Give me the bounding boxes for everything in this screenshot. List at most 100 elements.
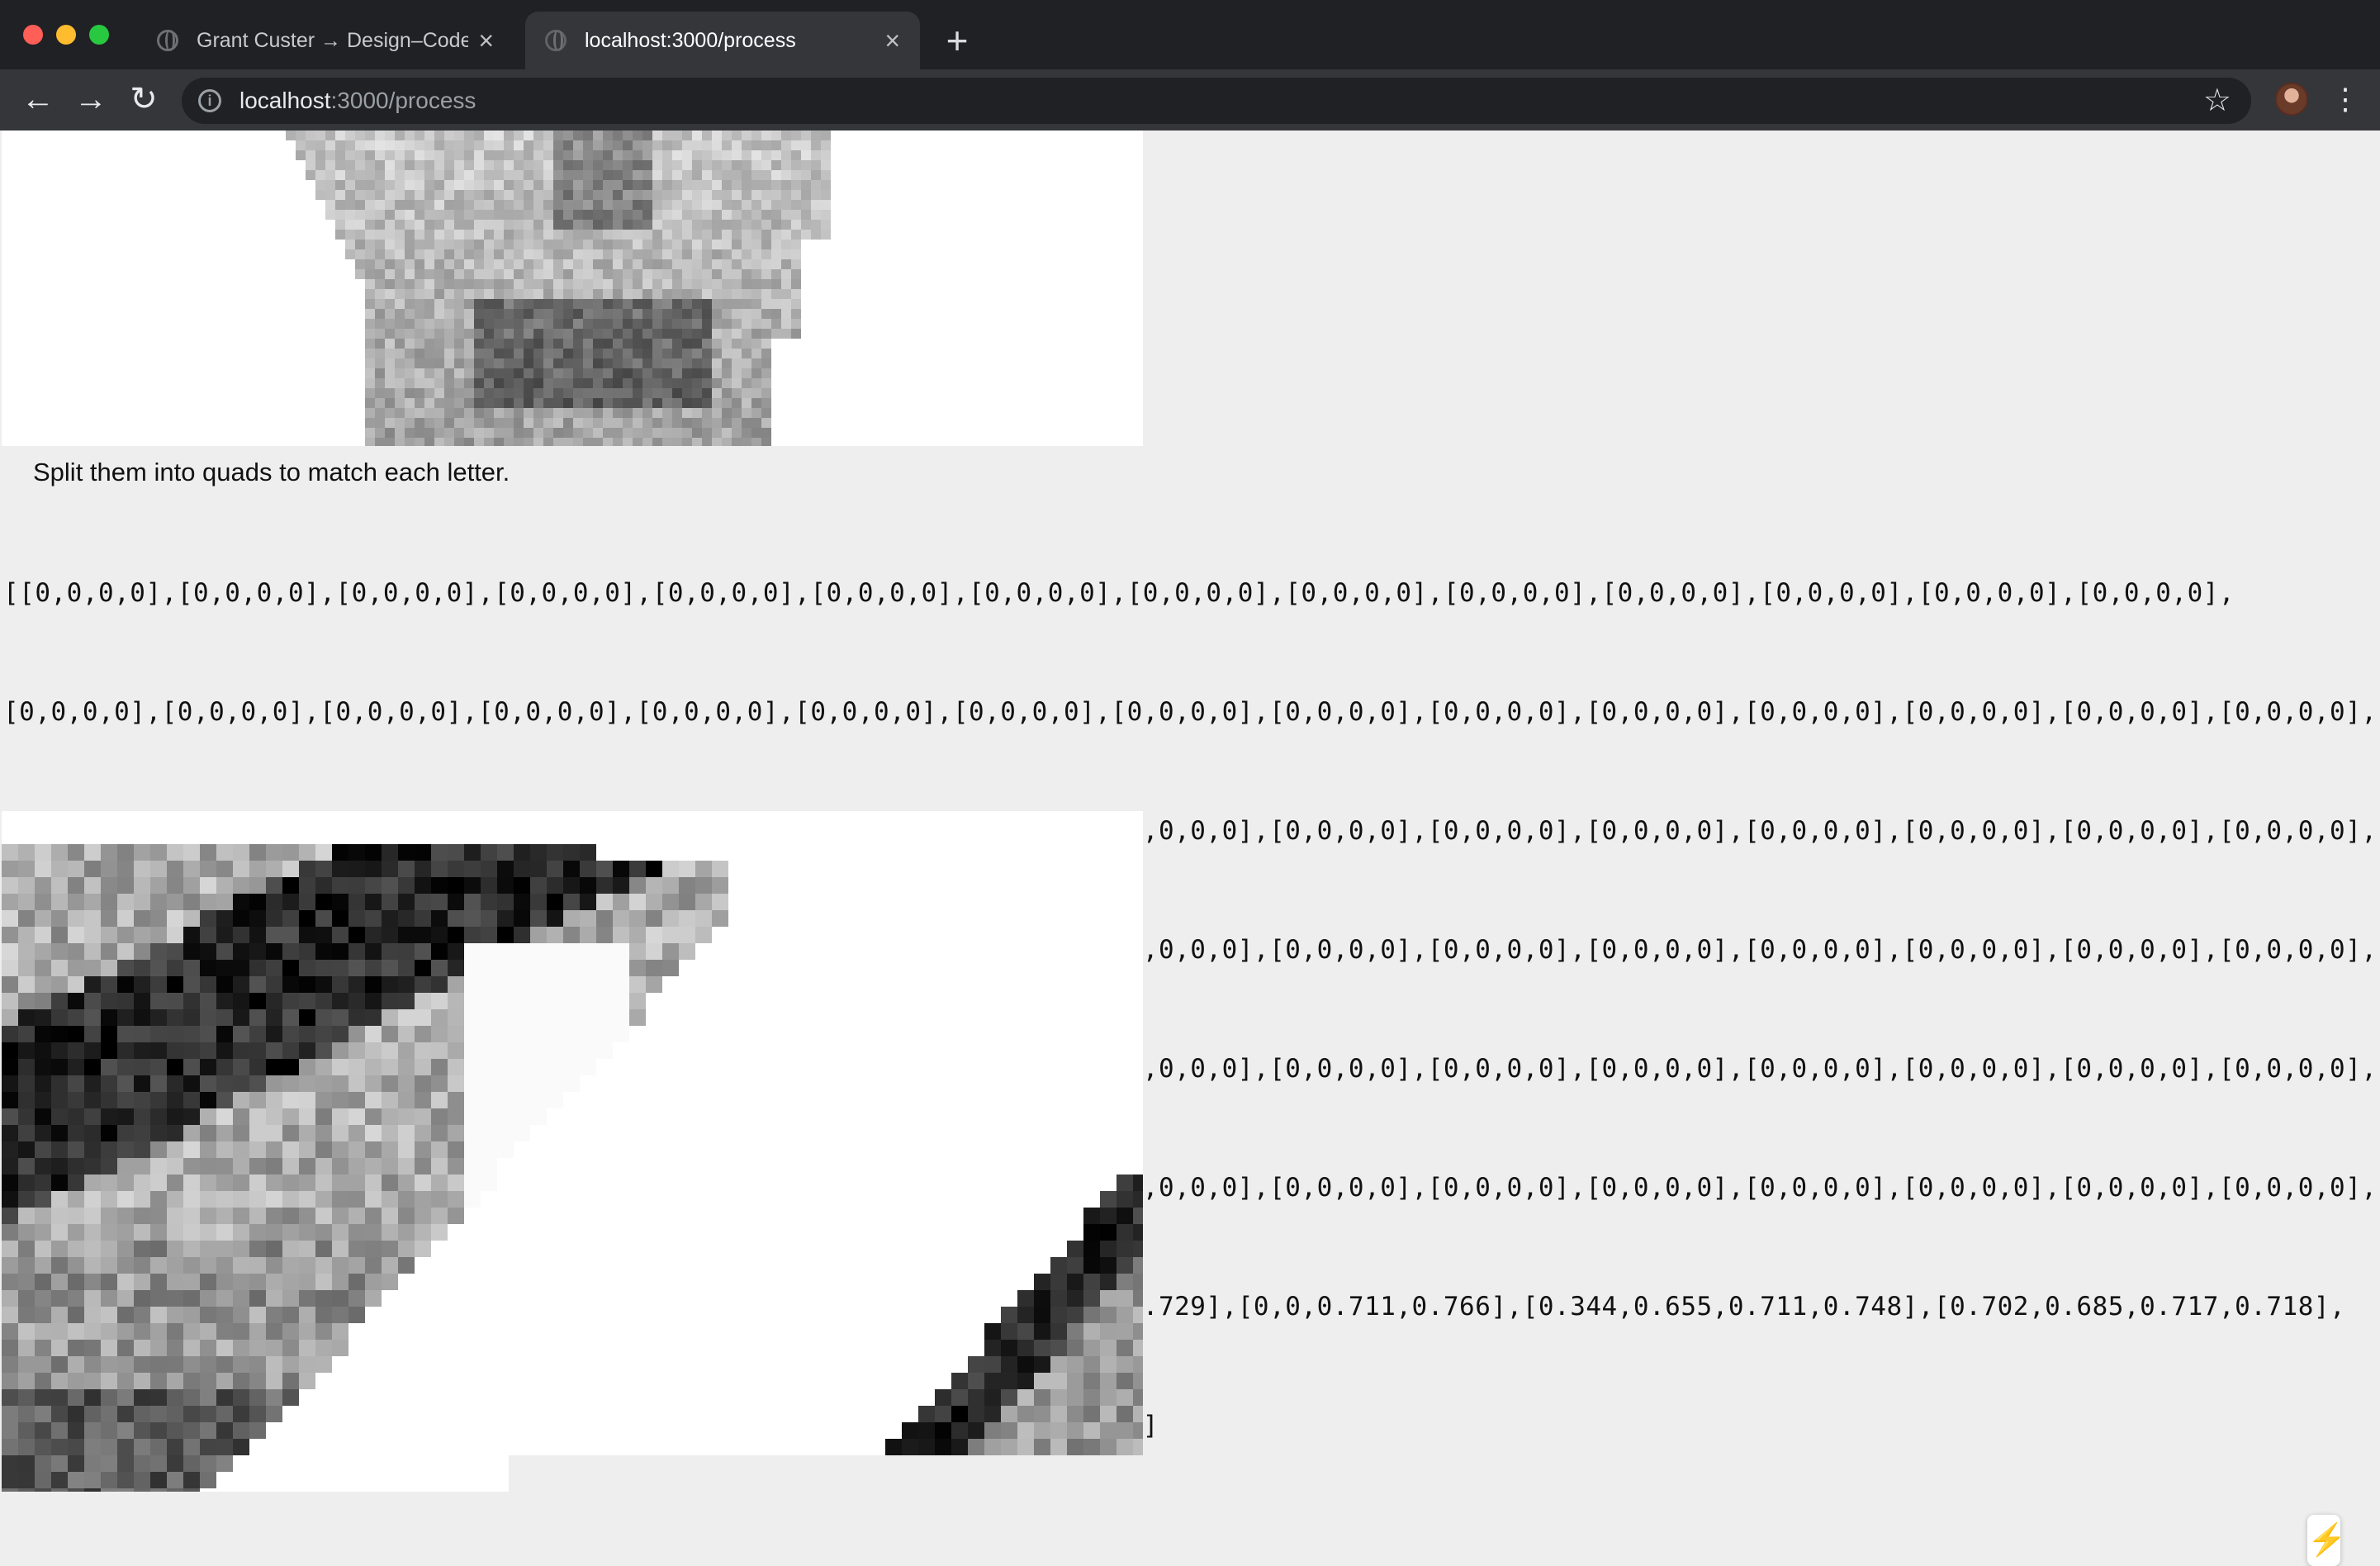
forward-button[interactable]: → bbox=[68, 76, 114, 122]
image-pixel bbox=[553, 210, 563, 220]
image-pixel bbox=[481, 960, 497, 976]
image-pixel bbox=[233, 993, 249, 1009]
tab-grant-custer[interactable]: Grant Custer → Design–Code × bbox=[137, 12, 514, 69]
image-pixel bbox=[580, 993, 596, 1009]
image-pixel bbox=[84, 1125, 101, 1141]
image-pixel bbox=[494, 170, 504, 180]
bookmark-star-icon[interactable]: ☆ bbox=[2203, 83, 2231, 119]
image-pixel bbox=[1100, 1439, 1117, 1455]
image-pixel bbox=[299, 1009, 315, 1026]
image-pixel bbox=[623, 309, 633, 319]
image-pixel bbox=[474, 190, 484, 200]
dev-indicator-bolt-icon[interactable]: ⚡ bbox=[2307, 1515, 2346, 1566]
image-pixel bbox=[533, 130, 543, 140]
image-pixel bbox=[504, 299, 514, 309]
image-pixel bbox=[484, 180, 494, 190]
image-pixel bbox=[583, 408, 593, 418]
image-pixel bbox=[514, 1042, 530, 1059]
image-pixel bbox=[150, 877, 167, 894]
image-pixel bbox=[150, 1340, 167, 1356]
image-pixel bbox=[18, 1191, 35, 1208]
image-pixel bbox=[405, 358, 415, 368]
back-button[interactable]: ← bbox=[15, 76, 61, 122]
image-pixel bbox=[216, 1290, 233, 1307]
reload-button[interactable]: ↻ bbox=[121, 76, 167, 122]
image-pixel bbox=[266, 861, 282, 877]
image-pixel bbox=[497, 1108, 514, 1125]
image-pixel bbox=[385, 368, 395, 378]
image-pixel bbox=[51, 1439, 68, 1455]
image-pixel bbox=[712, 279, 722, 289]
image-pixel bbox=[51, 1406, 68, 1422]
image-pixel bbox=[543, 200, 553, 210]
browser-menu-icon[interactable]: ⋮ bbox=[2330, 79, 2360, 119]
image-pixel bbox=[2, 1373, 18, 1389]
image-pixel bbox=[348, 1158, 365, 1174]
image-pixel bbox=[464, 200, 474, 210]
image-pixel bbox=[84, 1191, 101, 1208]
image-pixel bbox=[494, 150, 504, 160]
image-pixel bbox=[821, 170, 831, 180]
address-bar[interactable]: i localhost:3000/process ☆ bbox=[182, 78, 2251, 124]
close-window-button[interactable] bbox=[23, 25, 43, 45]
image-pixel bbox=[1133, 1208, 1143, 1224]
minimize-window-button[interactable] bbox=[56, 25, 76, 45]
image-pixel bbox=[431, 976, 448, 993]
image-pixel bbox=[395, 220, 405, 230]
image-pixel bbox=[613, 408, 623, 418]
close-icon[interactable]: × bbox=[478, 27, 494, 54]
image-pixel bbox=[200, 976, 216, 993]
info-icon[interactable]: i bbox=[198, 89, 221, 112]
profile-avatar[interactable] bbox=[2275, 83, 2308, 116]
image-pixel bbox=[2, 1422, 18, 1439]
image-pixel bbox=[633, 289, 642, 299]
url-text[interactable]: localhost:3000/process bbox=[239, 88, 476, 114]
image-pixel bbox=[583, 190, 593, 200]
image-pixel bbox=[464, 1059, 481, 1075]
image-pixel bbox=[629, 960, 646, 976]
image-pixel bbox=[623, 428, 633, 438]
new-tab-button[interactable]: + bbox=[936, 20, 978, 61]
image-pixel bbox=[563, 1026, 580, 1042]
image-pixel bbox=[101, 1422, 117, 1439]
image-pixel bbox=[642, 319, 652, 329]
image-pixel bbox=[583, 319, 593, 329]
image-pixel bbox=[1034, 1340, 1050, 1356]
image-pixel bbox=[811, 220, 821, 230]
image-pixel bbox=[434, 378, 444, 388]
image-pixel bbox=[282, 943, 299, 960]
image-pixel bbox=[497, 1075, 514, 1092]
image-pixel bbox=[1117, 1208, 1133, 1224]
image-pixel bbox=[613, 140, 623, 150]
image-pixel bbox=[563, 289, 573, 299]
zoom-window-button[interactable] bbox=[89, 25, 109, 45]
image-pixel bbox=[712, 438, 722, 446]
image-pixel bbox=[504, 289, 514, 299]
image-pixel bbox=[365, 180, 375, 190]
image-pixel bbox=[474, 368, 484, 378]
image-pixel bbox=[593, 349, 603, 358]
image-pixel bbox=[216, 1340, 233, 1356]
image-pixel bbox=[315, 1042, 332, 1059]
image-pixel bbox=[282, 1158, 299, 1174]
image-pixel bbox=[692, 378, 702, 388]
image-pixel bbox=[593, 329, 603, 339]
image-pixel bbox=[117, 1439, 134, 1455]
image-pixel bbox=[781, 259, 791, 269]
image-pixel bbox=[524, 388, 533, 398]
image-pixel bbox=[117, 1290, 134, 1307]
image-pixel bbox=[613, 170, 623, 180]
image-pixel bbox=[1100, 1340, 1117, 1356]
image-pixel bbox=[335, 130, 345, 140]
image-pixel bbox=[580, 894, 596, 910]
close-icon[interactable]: × bbox=[884, 27, 900, 54]
image-pixel bbox=[35, 1307, 51, 1323]
image-pixel bbox=[692, 368, 702, 378]
image-pixel bbox=[315, 1075, 332, 1092]
tab-localhost-process[interactable]: localhost:3000/process × bbox=[525, 12, 920, 69]
image-pixel bbox=[751, 289, 761, 299]
image-pixel bbox=[603, 130, 613, 140]
image-pixel bbox=[266, 1059, 282, 1075]
image-pixel bbox=[679, 910, 695, 927]
image-pixel bbox=[1100, 1307, 1117, 1323]
